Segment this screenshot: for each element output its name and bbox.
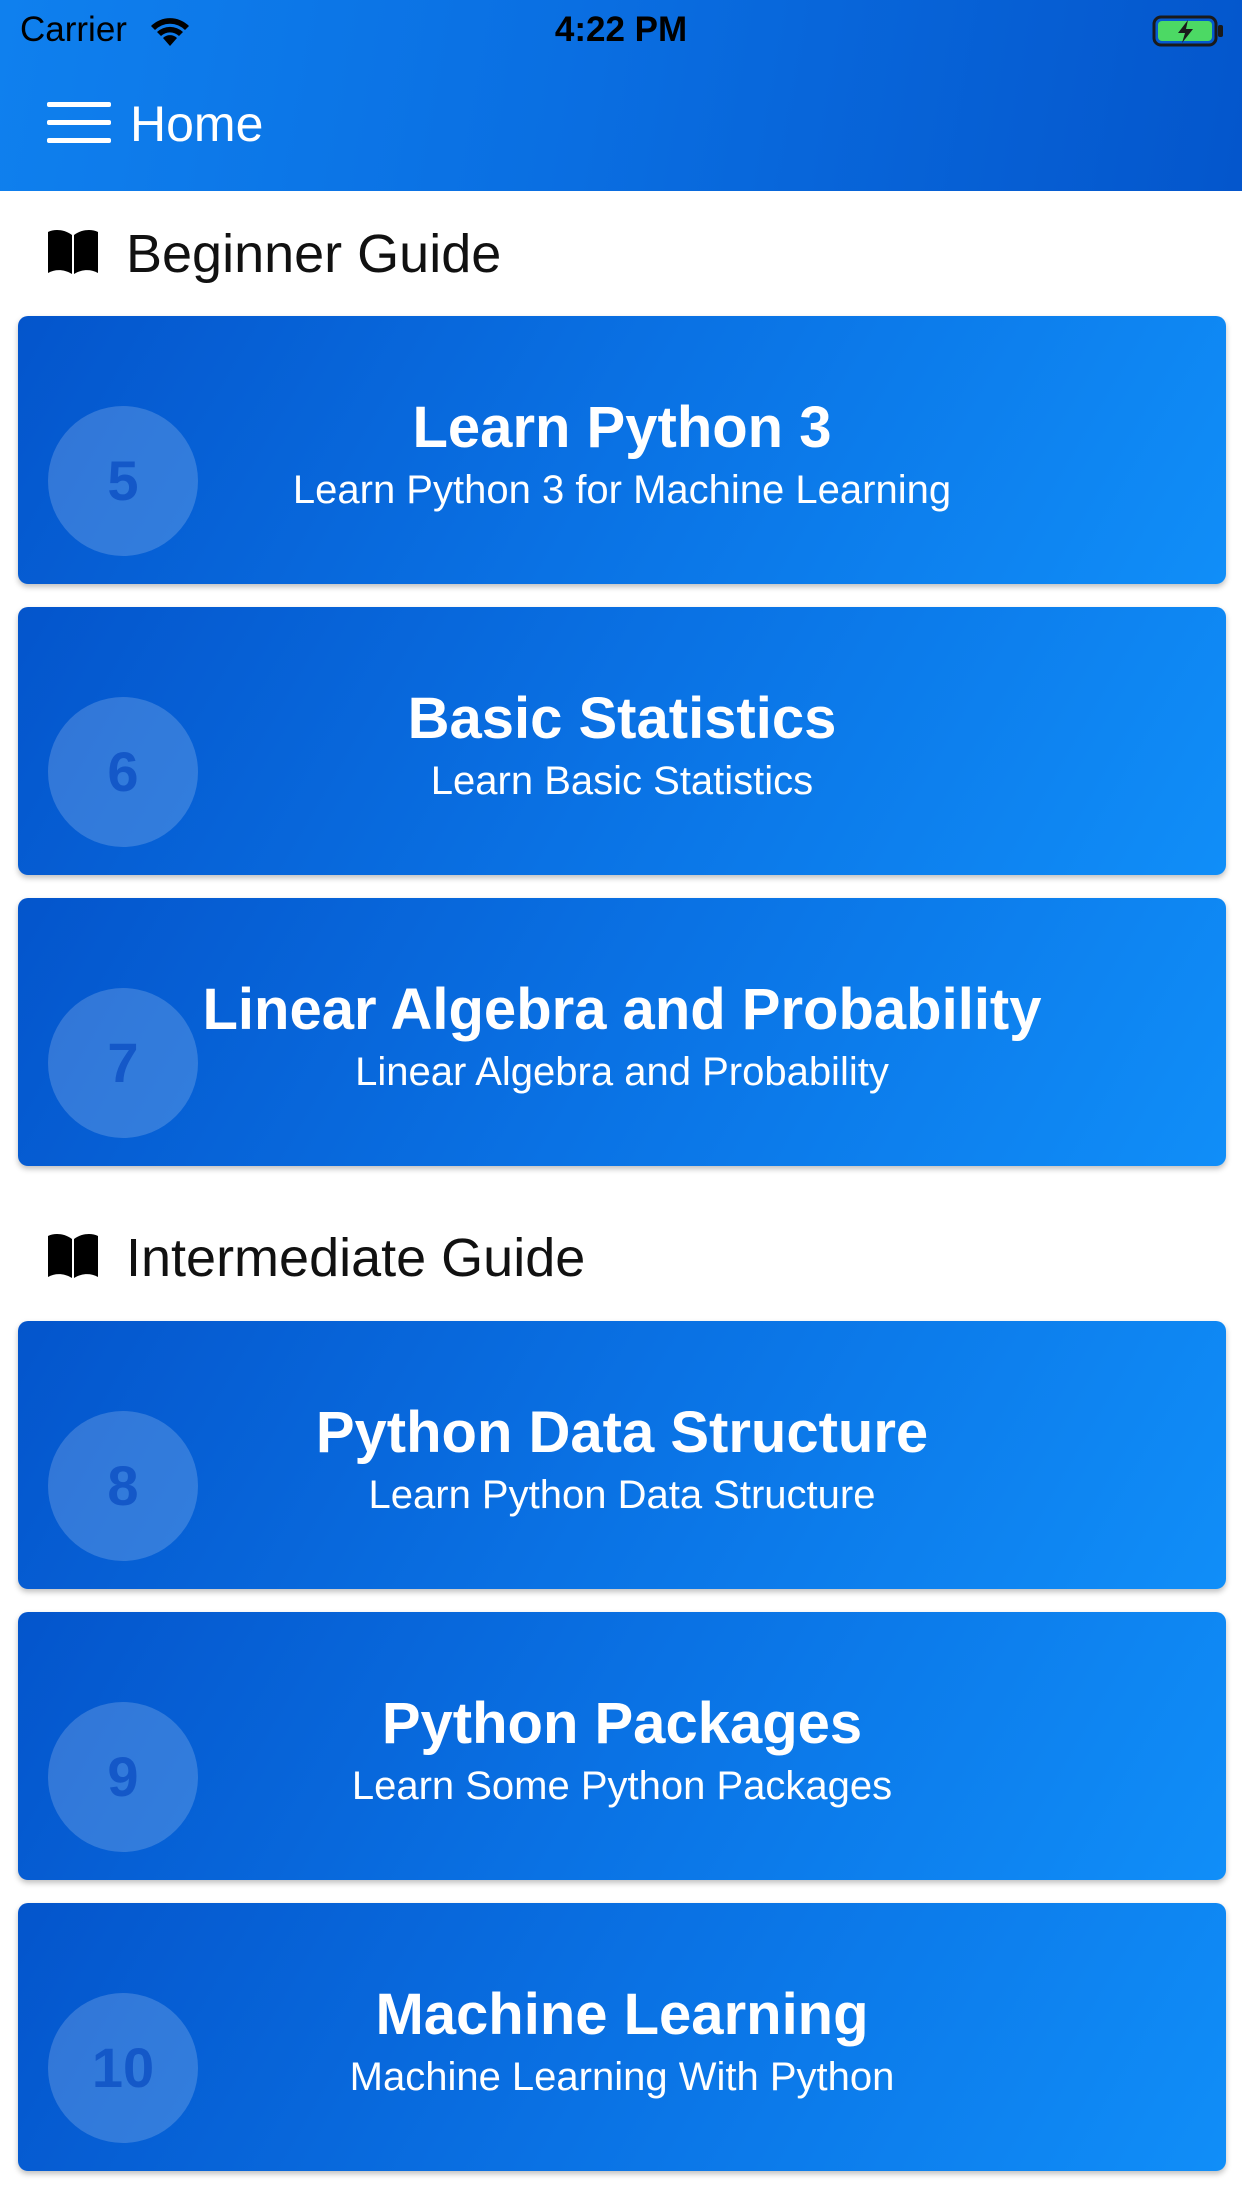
course-title: Machine Learning <box>375 1982 869 2047</box>
course-subtitle: Learn Basic Statistics <box>430 759 814 803</box>
section-title: Beginner Guide <box>126 224 502 284</box>
course-title: Python Packages <box>381 1691 863 1756</box>
battery-charging-icon <box>1152 15 1223 47</box>
book-icon <box>48 230 98 274</box>
course-title: Linear Algebra and Probability <box>202 977 1042 1042</box>
hamburger-menu-icon[interactable] <box>47 102 111 144</box>
book-icon <box>48 1234 98 1278</box>
page-title: Home <box>130 96 264 152</box>
course-title: Basic Statistics <box>407 686 837 751</box>
navigation-bar: Home <box>0 62 1242 191</box>
status-time: 4:22 PM <box>554 10 688 49</box>
course-subtitle: Linear Algebra and Probability <box>355 1050 889 1094</box>
course-card-python-data-structure[interactable]: 8 Python Data Structure Learn Python Dat… <box>18 1321 1226 1589</box>
course-title: Python Data Structure <box>315 1400 929 1465</box>
course-subtitle: Machine Learning With Python <box>349 2055 895 2099</box>
section-header-beginner: Beginner Guide <box>0 191 1242 301</box>
app-header: Carrier 4:22 PM Home <box>0 0 1242 191</box>
course-subtitle: Learn Python 3 for Machine Learning <box>292 468 952 512</box>
course-subtitle: Learn Python Data Structure <box>368 1473 876 1517</box>
course-card-python-packages[interactable]: 9 Python Packages Learn Some Python Pack… <box>18 1612 1226 1880</box>
section-header-intermediate: Intermediate Guide <box>0 1195 1242 1305</box>
section-title: Intermediate Guide <box>126 1228 586 1288</box>
course-card-basic-statistics[interactable]: 6 Basic Statistics Learn Basic Statistic… <box>18 607 1226 875</box>
course-card-machine-learning[interactable]: 10 Machine Learning Machine Learning Wit… <box>18 1903 1226 2171</box>
course-subtitle: Learn Some Python Packages <box>351 1764 893 1808</box>
course-title: Learn Python 3 <box>412 395 832 460</box>
course-card-learn-python-3[interactable]: 5 Learn Python 3 Learn Python 3 for Mach… <box>18 316 1226 584</box>
course-card-linear-algebra[interactable]: 7 Linear Algebra and Probability Linear … <box>18 898 1226 1166</box>
status-bar: Carrier 4:22 PM <box>0 0 1242 62</box>
